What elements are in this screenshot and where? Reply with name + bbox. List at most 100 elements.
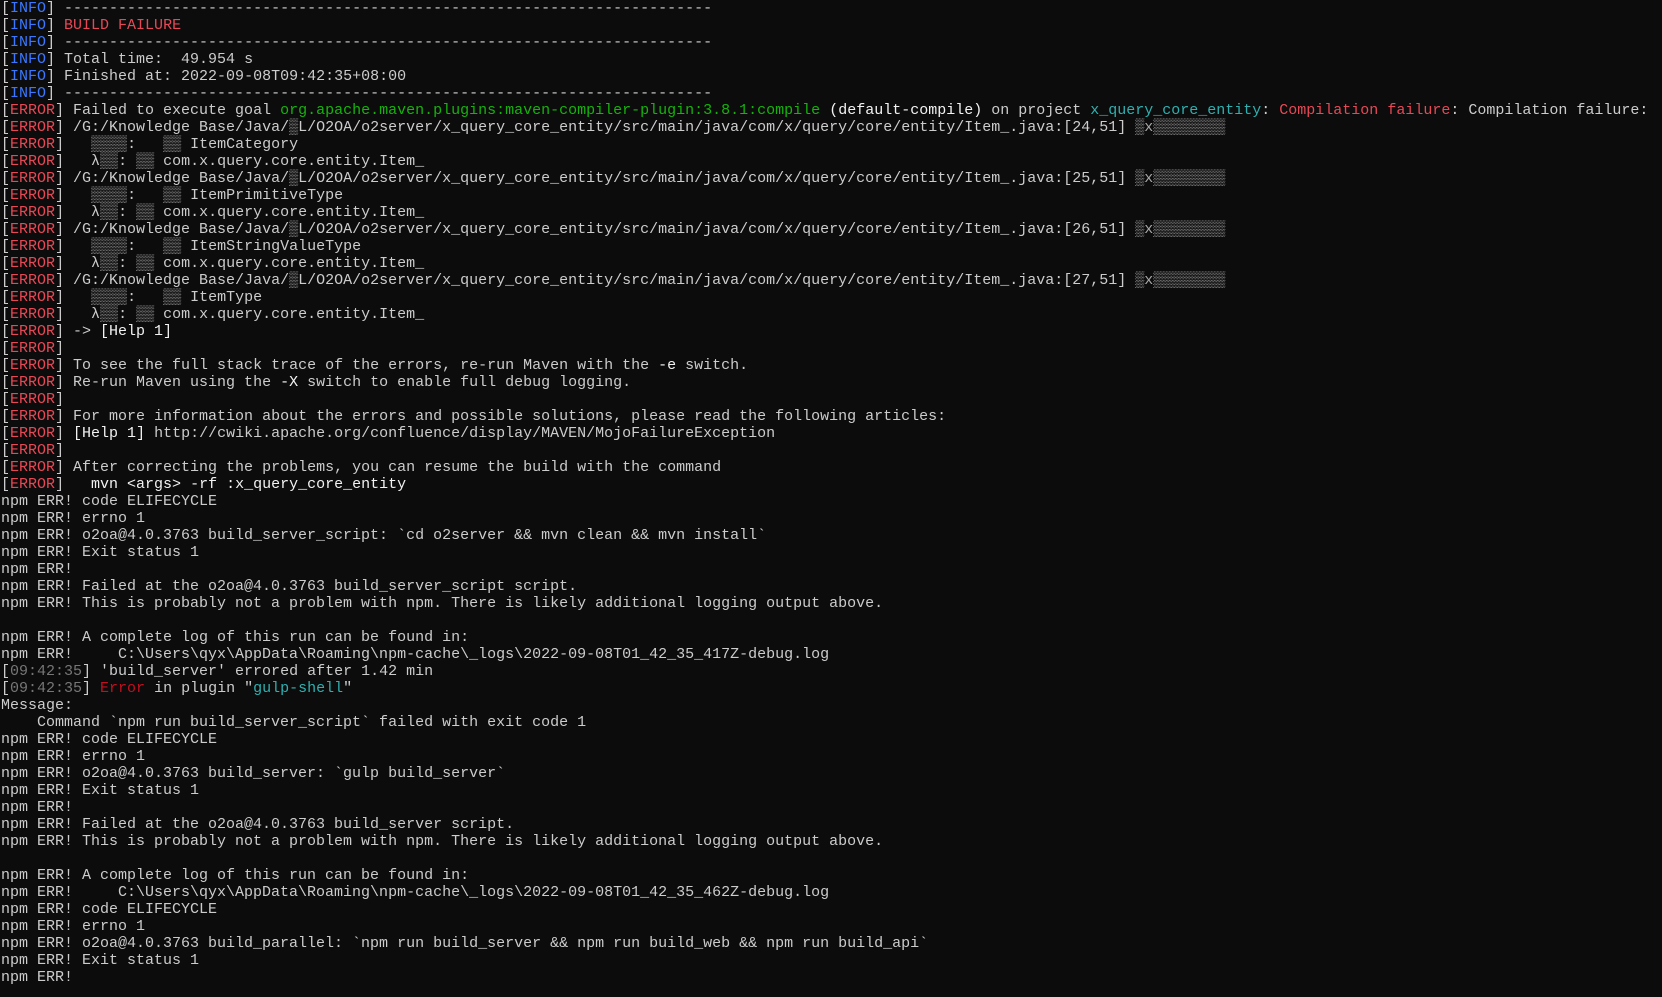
terminal-text-segment: ] (46, 17, 65, 34)
terminal-text-segment: http://cwiki.apache.org/confluence/displ… (145, 425, 776, 442)
terminal-text-segment: L/O2OA/o2server/x_query_core_entity/src/… (298, 170, 1136, 187)
terminal-text-segment: ] (55, 289, 92, 306)
terminal-text-segment: [ (1, 255, 11, 272)
terminal-line: npm ERR! code ELIFECYCLE (1, 731, 1661, 748)
terminal-line: [INFO] ---------------------------------… (1, 85, 1661, 102)
terminal-text-segment: ItemType (181, 289, 263, 306)
terminal-text-segment: [ (1, 238, 11, 255)
terminal-text-segment: npm ERR! This is probably not a problem … (1, 595, 884, 612)
terminal-text-segment: npm ERR! C:\Users\qyx\AppData\Roaming\np… (1, 646, 830, 663)
terminal-text-segment: ERROR (10, 374, 56, 391)
terminal-text-segment: ERROR (10, 272, 56, 289)
terminal-line: npm ERR! (1, 799, 1661, 816)
terminal-text-segment: npm ERR! (1, 969, 74, 986)
terminal-line: npm ERR! Exit status 1 (1, 952, 1661, 969)
terminal-text-segment: [ (1, 34, 11, 51)
terminal-line: [ERROR] (1, 340, 1661, 357)
terminal-text-segment: ERROR (10, 408, 56, 425)
terminal-text-segment: -X (280, 374, 299, 391)
terminal-text-segment: ▒x▒▒▒▒▒▒▒▒ (1135, 119, 1226, 136)
terminal-text-segment: npm ERR! Exit status 1 (1, 782, 200, 799)
terminal-text-segment: on project (982, 102, 1091, 119)
terminal-text-segment: ERROR (10, 153, 56, 170)
terminal-text-segment: ▒▒ (136, 204, 155, 221)
terminal-text-segment: ] 'build_server' errored after 1.42 min (82, 663, 434, 680)
terminal-text-segment: ] (55, 476, 92, 493)
terminal-text-segment: com.x.query.core.entity.Item_ (154, 306, 425, 323)
terminal-line: [ERROR] /G:/Knowledge Base/Java/▒L/O2OA/… (1, 170, 1661, 187)
terminal-text-segment: ] (55, 391, 65, 408)
terminal-text-segment: (default-compile) (829, 102, 983, 119)
terminal-text-segment: " (343, 680, 353, 697)
terminal-text-segment: ] --------------------------------------… (46, 0, 713, 17)
terminal-text-segment: [ (1, 680, 11, 697)
terminal-line: [ERROR] λ▒▒: ▒▒ com.x.query.core.entity.… (1, 153, 1661, 170)
terminal-text-segment: ItemCategory (181, 136, 299, 153)
terminal-output[interactable]: [INFO] ---------------------------------… (1, 0, 1661, 997)
terminal-text-segment: ] --------------------------------------… (46, 34, 713, 51)
terminal-line: npm ERR! C:\Users\qyx\AppData\Roaming\np… (1, 884, 1661, 901)
terminal-text-segment: ] (55, 442, 65, 459)
terminal-text-segment: [ (1, 0, 11, 17)
terminal-line: npm ERR! A complete log of this run can … (1, 629, 1661, 646)
terminal-line: [ERROR] /G:/Knowledge Base/Java/▒L/O2OA/… (1, 272, 1661, 289)
terminal-text-segment: [ (1, 153, 11, 170)
terminal-text-segment: npm ERR! Exit status 1 (1, 952, 200, 969)
terminal-line: Message: (1, 697, 1661, 714)
terminal-line: [INFO] Total time: 49.954 s (1, 51, 1661, 68)
terminal-text-segment: ] /G:/Knowledge Base/Java/ (55, 272, 290, 289)
terminal-text-segment: ERROR (10, 119, 56, 136)
terminal-text-segment: ] To see the full stack trace of the err… (55, 357, 659, 374)
terminal-text-segment: com.x.query.core.entity.Item_ (154, 255, 425, 272)
terminal-text-segment: ▒x▒▒▒▒▒▒▒▒ (1135, 170, 1226, 187)
terminal-text-segment: ERROR (10, 306, 56, 323)
terminal-text-segment: in plugin " (145, 680, 254, 697)
terminal-line: [ERROR] Failed to execute goal org.apach… (1, 102, 1661, 119)
terminal-line: [ERROR] λ▒▒: ▒▒ com.x.query.core.entity.… (1, 204, 1661, 221)
terminal-text-segment: [ (1, 323, 11, 340)
terminal-text-segment: ] (55, 238, 92, 255)
terminal-text-segment: ▒▒ (163, 289, 182, 306)
terminal-line: npm ERR! This is probably not a problem … (1, 833, 1661, 850)
terminal-text-segment: [ (1, 51, 11, 68)
terminal-text-segment: L/O2OA/o2server/x_query_core_entity/src/… (298, 221, 1136, 238)
terminal-line: npm ERR! o2oa@4.0.3763 build_server: `gu… (1, 765, 1661, 782)
terminal-text-segment: : Compilation failure: (1450, 102, 1649, 119)
terminal-text-segment: ] Total time: 49.954 s (46, 51, 254, 68)
terminal-text-segment: ▒▒ (163, 136, 182, 153)
terminal-text-segment: ▒▒ (136, 153, 155, 170)
terminal-text-segment: com.x.query.core.entity.Item_ (154, 153, 425, 170)
terminal-line: [ERROR] [Help 1] http://cwiki.apache.org… (1, 425, 1661, 442)
terminal-text-segment: ] /G:/Knowledge Base/Java/ (55, 119, 290, 136)
terminal-text-segment: ▒▒ (100, 204, 119, 221)
terminal-text-segment: npm ERR! o2oa@4.0.3763 build_server_scri… (1, 527, 767, 544)
terminal-text-segment: npm ERR! A complete log of this run can … (1, 867, 470, 884)
terminal-text-segment: ItemPrimitiveType (181, 187, 344, 204)
terminal-text-segment: switch. (676, 357, 749, 374)
terminal-line: [ERROR] ▒▒▒▒: ▒▒ ItemType (1, 289, 1661, 306)
terminal-text-segment: ▒▒▒▒ (91, 136, 128, 153)
terminal-text-segment: npm ERR! C:\Users\qyx\AppData\Roaming\np… (1, 884, 830, 901)
terminal-text-segment: INFO (10, 17, 47, 34)
terminal-text-segment: ERROR (10, 323, 56, 340)
terminal-line: npm ERR! (1, 969, 1661, 986)
terminal-text-segment: [ (1, 357, 11, 374)
terminal-line: [ERROR] ▒▒▒▒: ▒▒ ItemStringValueType (1, 238, 1661, 255)
terminal-text-segment: ERROR (10, 221, 56, 238)
terminal-text-segment: npm ERR! o2oa@4.0.3763 build_parallel: `… (1, 935, 929, 952)
terminal-text-segment: [ (1, 408, 11, 425)
terminal-line: npm ERR! (1, 561, 1661, 578)
terminal-text-segment: [ (1, 442, 11, 459)
terminal-line: [ERROR] λ▒▒: ▒▒ com.x.query.core.entity.… (1, 255, 1661, 272)
terminal-line: [INFO] Finished at: 2022-09-08T09:42:35+… (1, 68, 1661, 85)
terminal-text-segment: : (127, 136, 164, 153)
terminal-line: [ERROR] mvn <args> -rf :x_query_core_ent… (1, 476, 1661, 493)
terminal-text-segment: ▒▒ (100, 255, 119, 272)
terminal-text-segment: : (118, 255, 137, 272)
terminal-line: [INFO] BUILD FAILURE (1, 17, 1661, 34)
terminal-text-segment: [ (1, 289, 11, 306)
terminal-text-segment: npm ERR! code ELIFECYCLE (1, 731, 218, 748)
